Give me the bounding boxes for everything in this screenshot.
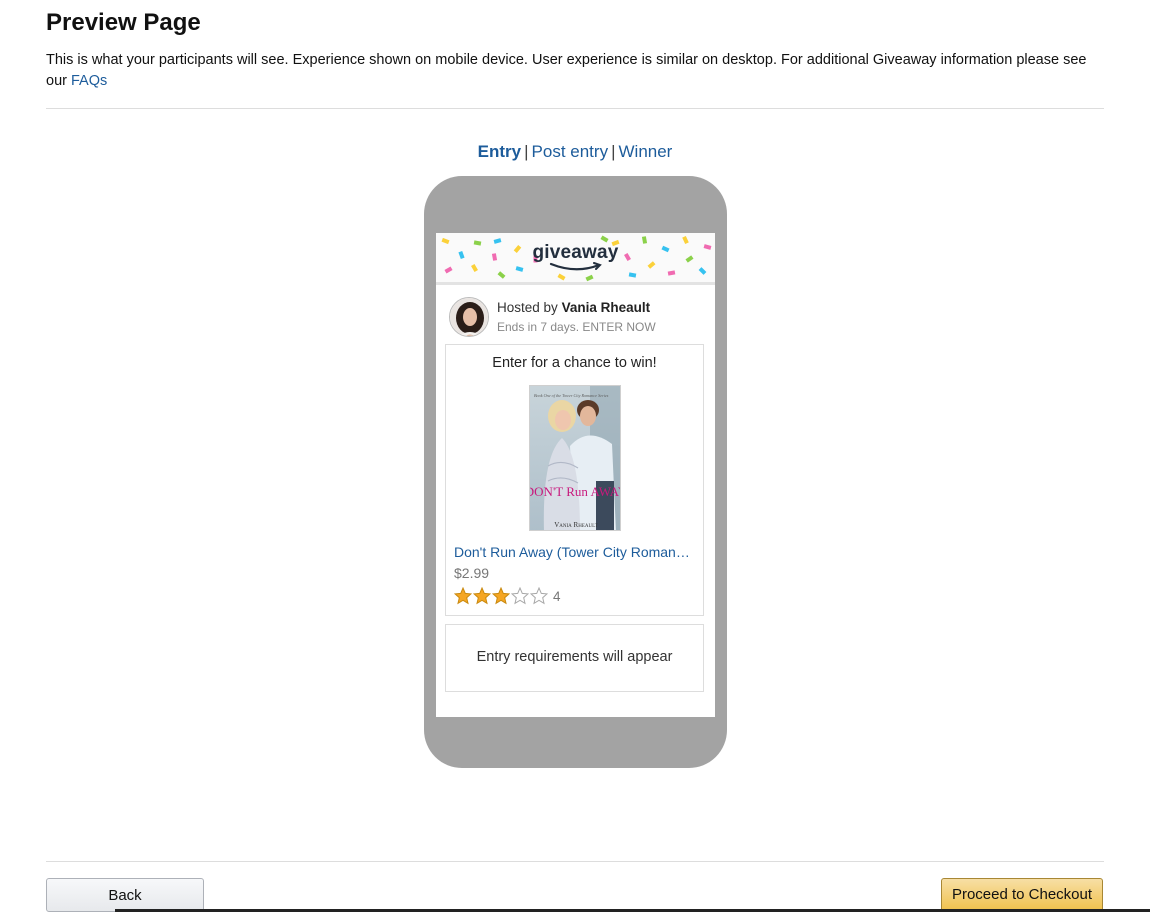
phone-screen: giveaway Hosted by Vania Rheault Ends in… bbox=[436, 233, 715, 717]
giveaway-banner: giveaway bbox=[436, 233, 715, 285]
star-filled-icon bbox=[473, 587, 491, 605]
host-line: Hosted by Vania Rheault bbox=[497, 300, 650, 315]
product-title-link[interactable]: Don't Run Away (Tower City Romance Serie… bbox=[454, 544, 696, 560]
host-avatar bbox=[449, 297, 489, 337]
giveaway-logo-text: giveaway bbox=[532, 242, 619, 263]
cover-author-text: Vania Rheault bbox=[554, 521, 598, 529]
proceed-to-checkout-button[interactable]: Proceed to Checkout bbox=[941, 878, 1103, 912]
rating-stars bbox=[454, 587, 549, 605]
star-filled-icon bbox=[492, 587, 510, 605]
faq-link[interactable]: FAQs bbox=[71, 73, 107, 89]
tab-post-entry[interactable]: Post entry bbox=[532, 142, 609, 161]
preview-page: Preview Page This is what your participa… bbox=[0, 0, 1150, 912]
bottom-divider bbox=[46, 861, 1104, 862]
entry-requirements: Entry requirements will appear bbox=[445, 624, 704, 692]
product-price: $2.99 bbox=[454, 565, 490, 581]
phone-frame: giveaway Hosted by Vania Rheault Ends in… bbox=[424, 176, 727, 768]
book-cover-image[interactable]: Book One of the Tower City Romance Serie… bbox=[529, 385, 621, 531]
tab-entry[interactable]: Entry bbox=[478, 142, 521, 161]
preview-tabs: Entry | Post entry | Winner bbox=[0, 142, 1150, 162]
prize-card: Enter for a chance to win! Book One of t… bbox=[445, 344, 704, 616]
star-rating[interactable]: 4 bbox=[454, 587, 561, 605]
cover-title-text: DON'T Run AWAY bbox=[530, 484, 621, 499]
top-divider bbox=[46, 108, 1104, 109]
star-empty-icon bbox=[530, 587, 548, 605]
tab-winner[interactable]: Winner bbox=[619, 142, 673, 161]
star-empty-icon bbox=[511, 587, 529, 605]
entry-requirements-text: Entry requirements will appear bbox=[476, 649, 673, 665]
description-text: This is what your participants will see.… bbox=[46, 52, 1087, 89]
amazon-smile-icon bbox=[549, 262, 602, 271]
tab-separator: | bbox=[611, 142, 616, 161]
prize-heading: Enter for a chance to win! bbox=[492, 355, 657, 371]
giveaway-status: Ends in 7 days. ENTER NOW bbox=[497, 320, 656, 334]
star-filled-icon bbox=[454, 587, 472, 605]
back-button[interactable]: Back bbox=[46, 878, 204, 912]
page-description: This is what your participants will see.… bbox=[46, 50, 1106, 92]
host-info: Hosted by Vania Rheault Ends in 7 days. … bbox=[449, 297, 709, 337]
page-title: Preview Page bbox=[46, 9, 201, 36]
tab-separator: | bbox=[524, 142, 529, 161]
host-prefix: Hosted by bbox=[497, 300, 558, 315]
rating-count: 4 bbox=[553, 588, 561, 604]
host-name: Vania Rheault bbox=[561, 300, 651, 315]
cover-series-text: Book One of the Tower City Romance Serie… bbox=[534, 393, 609, 398]
